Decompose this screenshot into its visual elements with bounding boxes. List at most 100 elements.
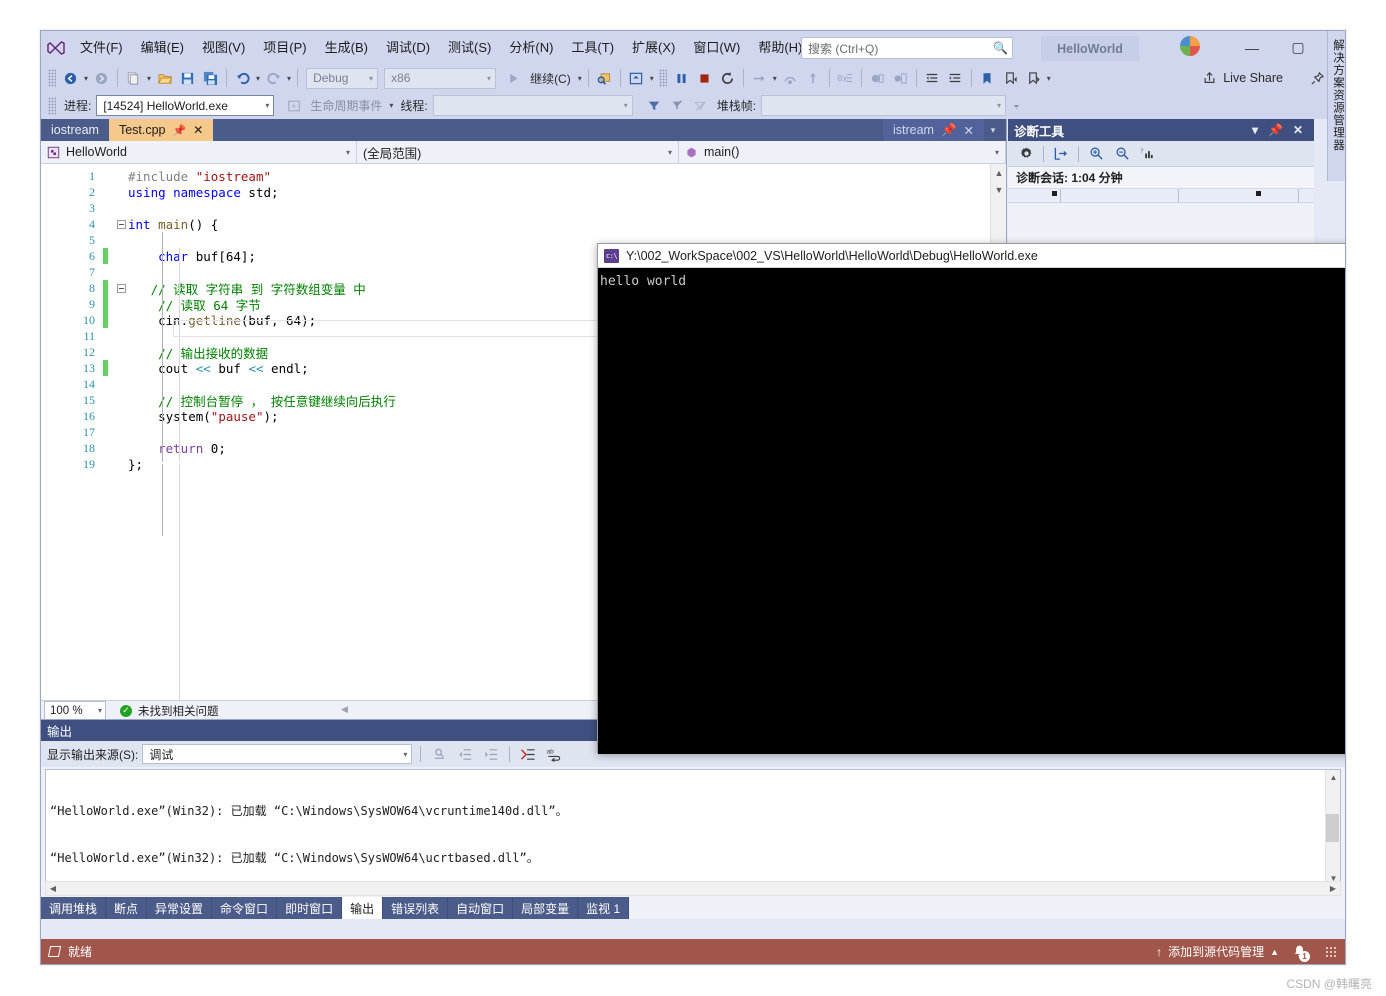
find-message-icon[interactable] (428, 743, 450, 765)
toggle-breakpoint-icon[interactable] (866, 67, 889, 89)
breakpoints-window-icon[interactable] (889, 67, 912, 89)
nav-member-combo[interactable]: main() ▾ (679, 141, 1006, 163)
continue-play-icon[interactable] (502, 67, 525, 89)
tab-watch-1[interactable]: 监视 1 (578, 897, 630, 919)
close-icon[interactable]: ✕ (193, 123, 203, 137)
step-into-dropdown-icon[interactable]: ▾ (771, 74, 779, 83)
clear-all-icon[interactable] (517, 743, 539, 765)
tab-output[interactable]: 输出 (342, 897, 384, 919)
pin-icon[interactable]: 📌 (941, 123, 957, 138)
menu-view[interactable]: 视图(V) (193, 35, 254, 61)
continue-button-label[interactable]: 继续(C) (525, 70, 576, 87)
continue-dropdown-icon[interactable]: ▾ (576, 74, 584, 83)
output-text-area[interactable]: “HelloWorld.exe”(Win32): 已加载 “C:\Windows… (45, 769, 1341, 887)
zoom-out-icon[interactable] (1110, 143, 1134, 165)
redo-dropdown-icon[interactable]: ▾ (285, 74, 293, 83)
no-filter-icon[interactable] (689, 95, 712, 117)
tab-error-list[interactable]: 错误列表 (383, 897, 449, 919)
pin-icon[interactable]: 📌 (173, 124, 187, 137)
menu-debug[interactable]: 调试(D) (377, 35, 439, 61)
stop-debugging-icon[interactable] (693, 67, 716, 89)
live-share-button[interactable]: Live Share (1196, 67, 1289, 89)
indent-increase-icon[interactable] (944, 67, 967, 89)
menu-file[interactable]: 文件(F) (71, 35, 132, 61)
tab-breakpoints[interactable]: 断点 (106, 897, 148, 919)
close-icon[interactable]: ✕ (1288, 123, 1308, 137)
notifications-button[interactable]: 1 (1285, 944, 1315, 962)
restart-icon[interactable] (716, 67, 739, 89)
toggle-word-wrap-icon[interactable]: ab (543, 743, 565, 765)
pin-toolbar-icon[interactable] (1305, 67, 1329, 89)
menu-build[interactable]: 生成(B) (316, 35, 377, 61)
break-all-icon[interactable] (670, 67, 693, 89)
editor-zoom-combo[interactable]: 100 % ▾ (44, 701, 106, 720)
scroll-down-icon[interactable]: ▼ (991, 181, 1006, 198)
filter-thread-icon[interactable] (666, 95, 689, 117)
scroll-left-icon[interactable]: ◀ (341, 704, 348, 715)
tab-autos[interactable]: 自动窗口 (448, 897, 514, 919)
tab-locals[interactable]: 局部变量 (513, 897, 579, 919)
toolbar-grip[interactable] (658, 69, 667, 87)
attach-to-process-icon[interactable] (593, 67, 616, 89)
toolbar-grip[interactable] (48, 96, 56, 115)
menu-extensions[interactable]: 扩展(X) (623, 35, 684, 61)
open-file-icon[interactable] (153, 67, 176, 89)
stackframe-combo[interactable]: ▾ (761, 95, 1007, 116)
fold-toggle[interactable] (114, 219, 128, 229)
output-horizontal-scrollbar[interactable]: ◀ ▶ (45, 881, 1341, 896)
tab-iostream[interactable]: iostream (41, 119, 109, 141)
step-into-icon[interactable] (748, 67, 771, 89)
step-out-icon[interactable] (802, 67, 825, 89)
toolbar-overflow-icon[interactable]: ▾ (1045, 74, 1053, 83)
navigate-forward-icon[interactable] (90, 67, 113, 89)
window-minimize-button[interactable]: — (1229, 31, 1275, 64)
indent-decrease-icon[interactable] (921, 67, 944, 89)
chevron-down-icon[interactable]: ▾ (1247, 123, 1263, 137)
menu-tools[interactable]: 工具(T) (562, 35, 623, 61)
previous-bookmark-icon[interactable] (999, 67, 1022, 89)
add-to-source-control-button[interactable]: ↑ 添加到源代码管理 ▲ (1150, 943, 1285, 960)
redo-icon[interactable] (262, 67, 285, 89)
save-icon[interactable] (176, 67, 199, 89)
undo-icon[interactable] (231, 67, 254, 89)
settings-gear-icon[interactable] (1014, 143, 1038, 165)
quick-launch-search[interactable]: 搜索 (Ctrl+Q) 🔍 (801, 37, 1013, 59)
toolbar-grip[interactable] (48, 69, 56, 87)
bookmark-icon[interactable] (976, 67, 999, 89)
pin-icon[interactable]: 📌 (1263, 123, 1288, 137)
tab-exception-settings[interactable]: 异常设置 (147, 897, 213, 919)
save-all-icon[interactable] (199, 67, 222, 89)
show-next-statement-icon[interactable] (625, 67, 648, 89)
solution-explorer-dock-tab[interactable]: 解决方案资源管理器 (1327, 31, 1345, 181)
scroll-up-icon[interactable]: ▲ (991, 164, 1006, 181)
process-combo[interactable]: [14524] HelloWorld.exe ▾ (96, 95, 275, 116)
new-project-dropdown-icon[interactable]: ▾ (145, 74, 153, 83)
zoom-in-icon[interactable] (1084, 143, 1108, 165)
solution-configuration-combo[interactable]: Debug ▾ (306, 67, 379, 89)
hex-display-icon[interactable]: 0x (834, 67, 857, 89)
scroll-left-icon[interactable]: ◀ (46, 882, 60, 895)
tab-istream-secondary[interactable]: istream 📌 ✕ (882, 119, 984, 141)
window-maximize-button[interactable]: ▢ (1275, 31, 1321, 64)
output-vertical-scrollbar[interactable]: ▲ ▼ (1325, 770, 1340, 886)
account-avatar[interactable] (1179, 35, 1205, 61)
lifecycle-dropdown-icon[interactable]: ▾ (387, 101, 395, 110)
thread-combo[interactable]: ▾ (432, 95, 633, 116)
step-over-icon[interactable] (779, 67, 802, 89)
menu-test[interactable]: 测试(S) (439, 35, 500, 61)
navigate-backward-icon[interactable] (59, 67, 82, 89)
tab-immediate-window[interactable]: 即时窗口 (277, 897, 343, 919)
fold-toggle[interactable] (114, 283, 128, 293)
new-project-icon[interactable] (122, 67, 145, 89)
tab-list-dropdown-icon[interactable]: ▾ (984, 119, 1002, 141)
show-next-statement-dropdown-icon[interactable]: ▾ (648, 74, 656, 83)
output-source-combo[interactable]: 调试 ▾ (142, 744, 413, 764)
nav-scope-combo[interactable]: (全局范围) ▾ (357, 141, 679, 163)
go-to-next-message-icon[interactable] (480, 743, 502, 765)
close-icon[interactable]: ✕ (964, 123, 974, 138)
solution-platform-combo[interactable]: x86 ▾ (384, 67, 497, 89)
nav-project-combo[interactable]: HelloWorld ▾ (41, 141, 357, 163)
lifecycle-events-label[interactable]: 生命周期事件 (305, 97, 387, 114)
scrollbar-thumb[interactable] (1326, 814, 1339, 842)
tab-command-window[interactable]: 命令窗口 (212, 897, 278, 919)
